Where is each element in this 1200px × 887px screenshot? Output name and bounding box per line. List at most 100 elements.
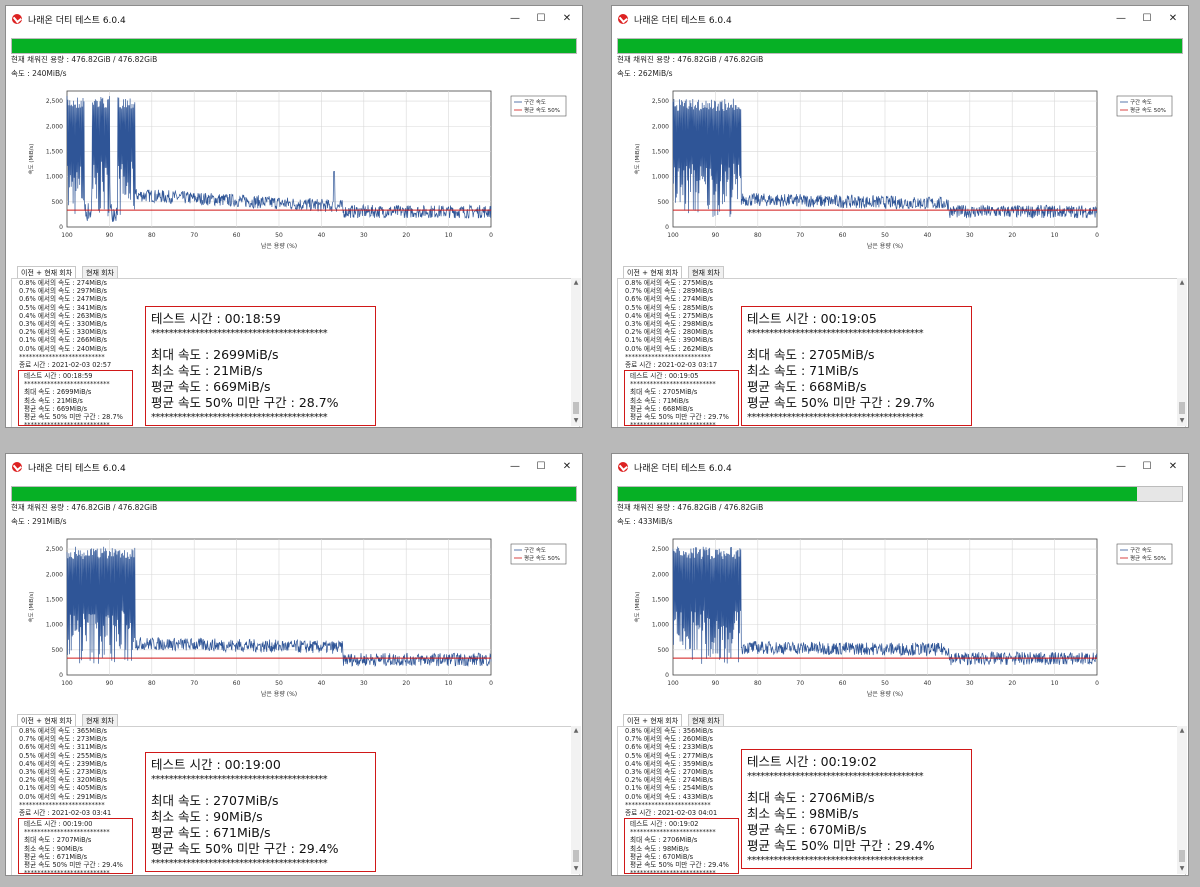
close-icon[interactable]: ✕ [1162,11,1184,27]
scroll-down-icon[interactable]: ▼ [571,864,581,874]
maximize-icon[interactable]: ☐ [530,459,552,475]
x-axis-label: 남은 용량 (%) [867,242,903,250]
minimize-icon[interactable]: — [1110,459,1132,475]
summary-lines: 테스트 시간 : 00:19:00 ***********************… [24,820,123,875]
minimize-icon[interactable]: — [504,459,526,475]
x-tick-label: 0 [1095,232,1099,239]
capacity-label: 현재 채워진 용량 : 476.82GiB / 476.82GiB [617,503,764,512]
x-axis-label: 남은 용량 (%) [867,690,903,698]
title-bar[interactable]: 나래온 더티 테스트 6.0.4 — ☐ ✕ [6,6,582,32]
app-logo-icon [618,14,628,24]
close-icon[interactable]: ✕ [556,459,578,475]
y-tick-label: 2,000 [46,123,63,130]
chart-legend: 구간 속도평균 속도 50% [1116,95,1173,117]
summary-line: 평균 속도 50% 미만 구간 : 29.4% [24,860,123,869]
summary-line: 최대 속도 : 2706MiB/s [630,836,698,845]
max-speed: 최대 속도 : 2699MiB/s [151,347,279,362]
summary-zoom-lines: 테스트 시간 : 00:19:05 ***********************… [747,311,935,427]
log-line: 0.3% 에서의 속도 : 330MiB/s [19,319,107,328]
log-line: 종료 시간 : 2021-02-03 02:57 [19,360,112,369]
chart-legend: 구간 속도평균 속도 50% [510,543,567,565]
maximize-icon[interactable]: ☐ [1136,459,1158,475]
minimize-icon[interactable]: — [504,11,526,27]
scroll-thumb[interactable] [573,402,579,414]
scroll-down-icon[interactable]: ▼ [1177,864,1187,874]
scroll-down-icon[interactable]: ▼ [571,416,581,426]
log-line: 0.4% 에서의 속도 : 275MiB/s [625,311,713,320]
log-scrollbar[interactable]: ▲ ▼ [1177,726,1187,874]
summary-line: ************************** [24,421,110,428]
speed-label: 속도 : 433MiB/s [617,516,673,527]
maximize-icon[interactable]: ☐ [1136,11,1158,27]
summary-line: 평균 속도 : 668MiB/s [630,404,694,413]
separator-stars: **************************************** [151,774,328,785]
title-bar[interactable]: 나래온 더티 테스트 6.0.4 — ☐ ✕ [612,454,1188,480]
capacity-label: 현재 채워진 용량 : 476.82GiB / 476.82GiB [11,55,158,64]
x-tick-label: 10 [445,680,453,687]
legend-label: 구간 속도 [1130,98,1152,106]
summary-line: ************************** [630,421,716,428]
scroll-up-icon[interactable]: ▲ [1177,726,1187,736]
minimize-icon[interactable]: — [1110,11,1132,27]
summary-line: 최소 속도 : 98MiB/s [630,844,689,853]
close-icon[interactable]: ✕ [1162,459,1184,475]
log-scrollbar[interactable]: ▲ ▼ [1177,278,1187,426]
summary-lines: 테스트 시간 : 00:19:02 ***********************… [630,820,729,875]
log-line: 0.4% 에서의 속도 : 359MiB/s [625,759,713,768]
log-line: 0.1% 에서의 속도 : 254MiB/s [625,784,713,793]
x-tick-label: 50 [275,232,283,239]
speed-chart-svg: 2,5002,0001,5001,0005000100 90 80 70 60 50 40 3… [27,538,567,698]
y-tick-label: 500 [658,647,670,654]
x-tick-label: 80 [148,232,156,239]
summary-zoom-lines: 테스트 시간 : 00:19:00 ***********************… [151,757,339,873]
summary-line: 평균 속도 50% 미만 구간 : 29.4% [630,860,729,869]
x-tick-label: 90 [712,680,720,687]
y-tick-label: 1,500 [652,148,669,155]
log-line: ************************** [19,352,105,361]
max-speed: 최대 속도 : 2706MiB/s [747,790,875,805]
x-tick-label: 30 [360,680,368,687]
x-tick-label: 70 [190,232,198,239]
summary-lines: 테스트 시간 : 00:18:59 ***********************… [24,372,123,428]
summary-line: 최소 속도 : 21MiB/s [24,396,83,405]
scroll-down-icon[interactable]: ▼ [1177,416,1187,426]
speed-label: 속도 : 291MiB/s [11,516,67,527]
test-time: 테스트 시간 : 00:19:00 [151,757,281,772]
log-line: 종료 시간 : 2021-02-03 03:17 [625,360,718,369]
speed-label: 속도 : 262MiB/s [617,68,673,79]
log-line: 종료 시간 : 2021-02-03 03:41 [19,808,112,817]
progress-bar [617,486,1183,502]
log-lines: 0.8% 에서의 속도 : 274MiB/s 0.7% 에서의 속도 : 297M… [19,279,111,369]
x-tick-label: 10 [445,232,453,239]
log-line: 0.5% 에서의 속도 : 277MiB/s [625,751,713,760]
y-tick-label: 0 [59,672,63,679]
separator-stars: **************************************** [151,412,328,423]
x-tick-label: 70 [796,680,804,687]
y-tick-label: 2,500 [652,546,669,553]
maximize-icon[interactable]: ☐ [530,11,552,27]
title-bar[interactable]: 나래온 더티 테스트 6.0.4 — ☐ ✕ [612,6,1188,32]
y-tick-label: 0 [665,672,669,679]
title-bar[interactable]: 나래온 더티 테스트 6.0.4 — ☐ ✕ [6,454,582,480]
scroll-up-icon[interactable]: ▲ [1177,278,1187,288]
log-scrollbar[interactable]: ▲ ▼ [571,278,581,426]
close-icon[interactable]: ✕ [556,11,578,27]
legend-label: 평균 속도 50% [1130,106,1166,114]
scroll-up-icon[interactable]: ▲ [571,278,581,288]
summary-line: 테스트 시간 : 00:18:59 [24,372,93,380]
log-line: 0.6% 에서의 속도 : 233MiB/s [625,743,713,752]
y-tick-label: 2,000 [46,571,63,578]
separator-stars: **************************************** [747,771,924,782]
scroll-thumb[interactable] [1179,850,1185,862]
scroll-up-icon[interactable]: ▲ [571,726,581,736]
max-speed: 최대 속도 : 2705MiB/s [747,347,875,362]
legend-label: 구간 속도 [524,98,546,106]
log-line: 0.5% 에서의 속도 : 255MiB/s [19,751,107,760]
log-scrollbar[interactable]: ▲ ▼ [571,726,581,874]
summary-line: 평균 속도 : 670MiB/s [630,852,694,861]
scroll-thumb[interactable] [573,850,579,862]
log-line: 0.6% 에서의 속도 : 311MiB/s [19,743,107,752]
scroll-thumb[interactable] [1179,402,1185,414]
log-line: ************************** [625,352,711,361]
progress-bar [11,38,577,54]
